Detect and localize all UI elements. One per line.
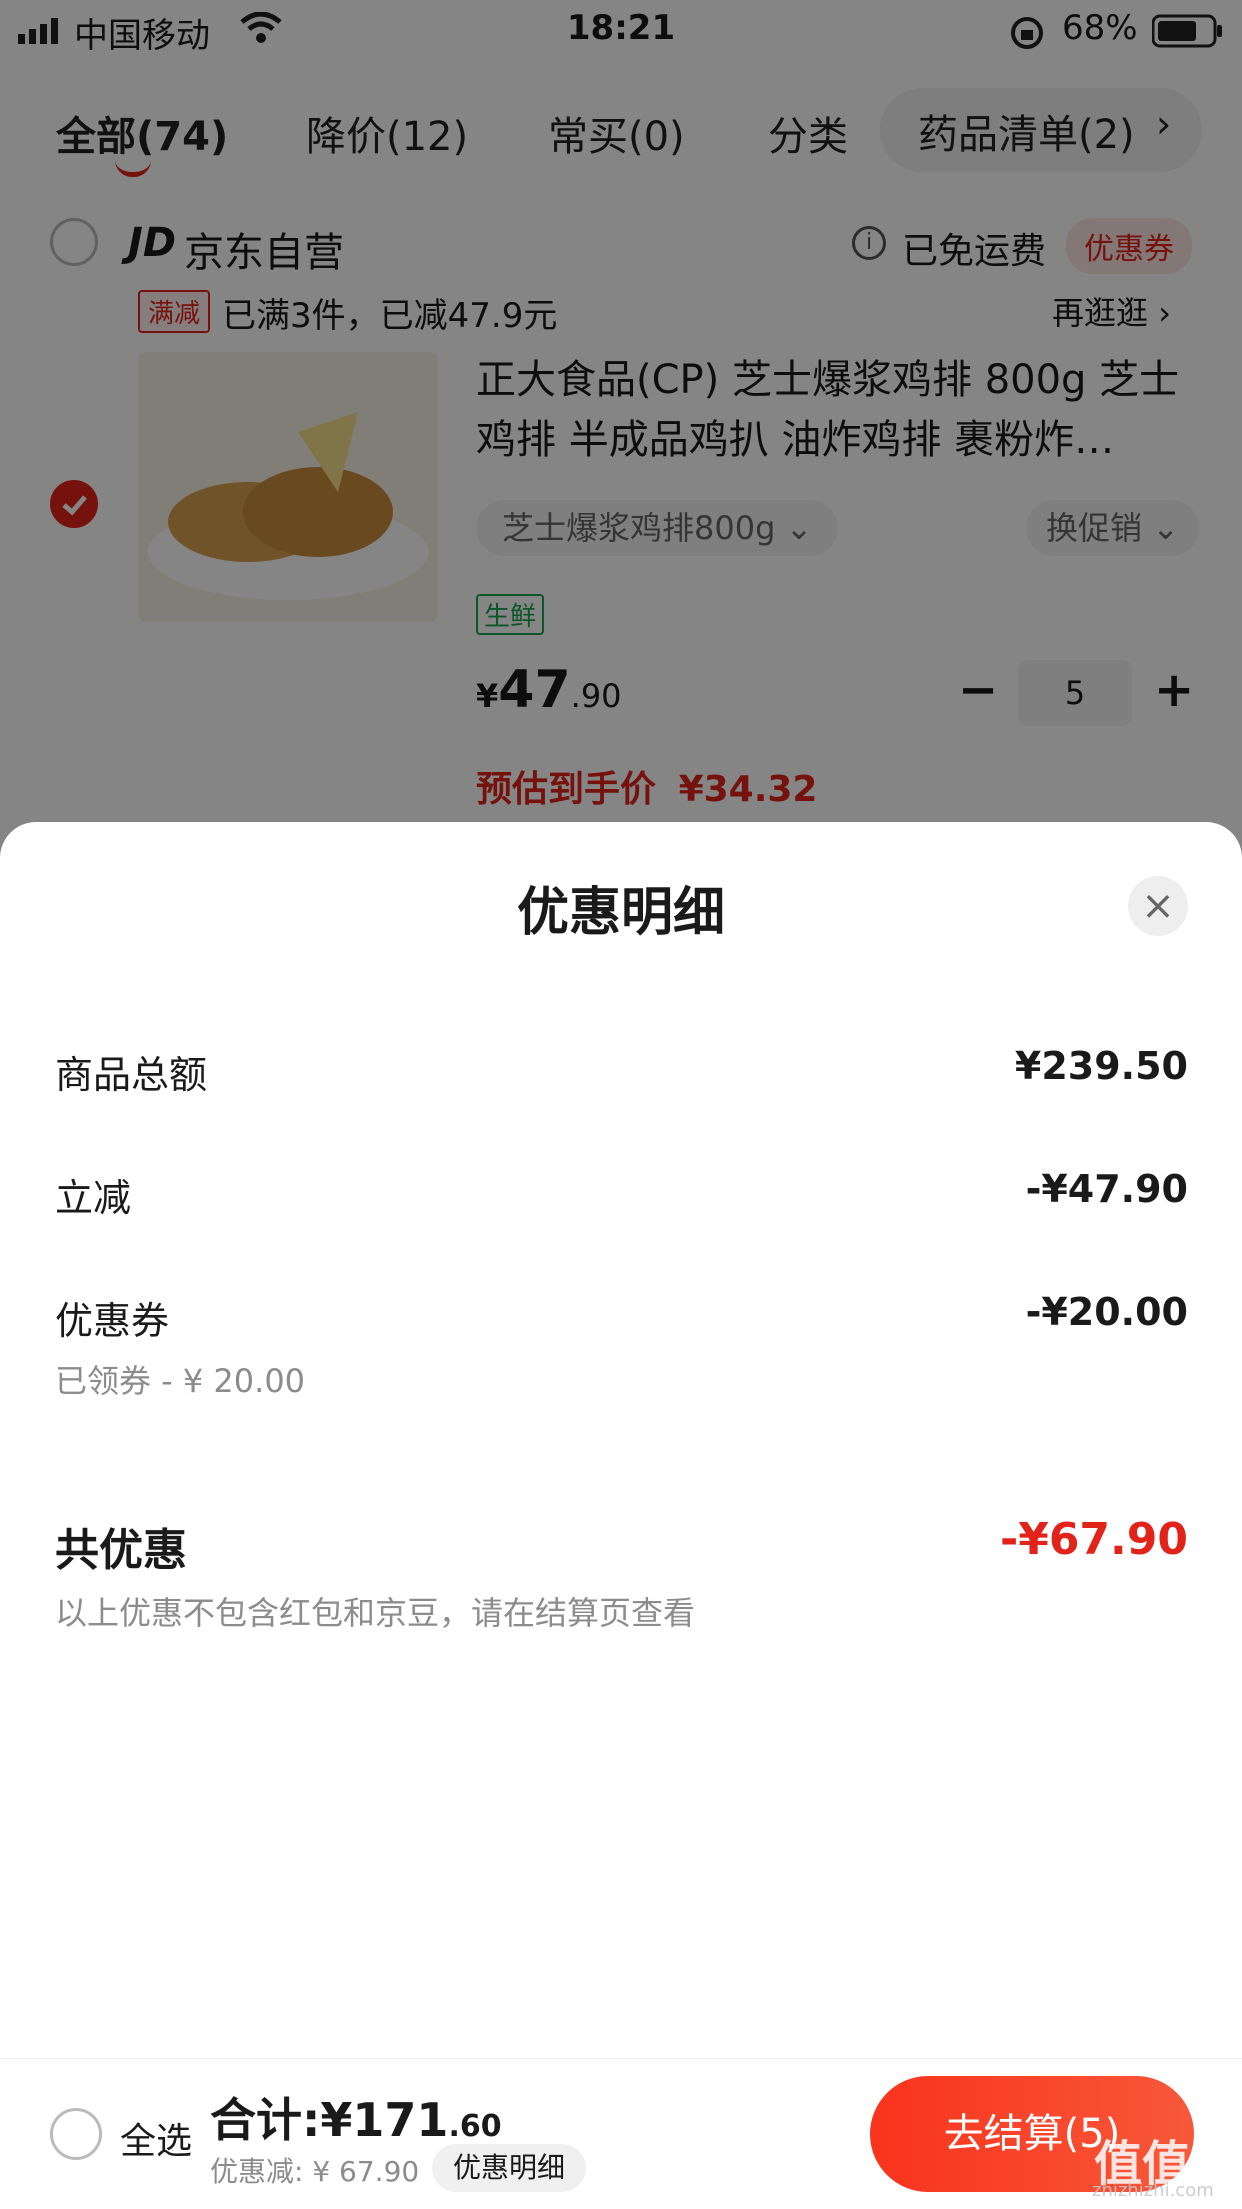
total-discount-label: 共优惠 xyxy=(55,1525,187,1576)
close-icon: × xyxy=(1141,883,1175,929)
select-all-checkbox[interactable] xyxy=(50,2108,102,2160)
subtotal-label: 商品总额 xyxy=(55,1053,208,1097)
coupon-value: -¥20.00 xyxy=(1025,1290,1188,1334)
discount-detail-button[interactable]: 优惠明细 xyxy=(432,2144,586,2192)
total-decimal: .60 xyxy=(448,2109,502,2144)
total-amount: 合计:¥171.60 xyxy=(210,2084,502,2150)
instant-discount-value: -¥47.90 xyxy=(1025,1167,1188,1211)
sheet-title: 优惠明细 xyxy=(516,883,725,943)
total-discount-value: -¥67.90 xyxy=(999,1514,1188,1565)
instant-discount-label: 立减 xyxy=(55,1176,132,1220)
coupon-label: 优惠券 xyxy=(55,1299,170,1343)
saved-amount: 优惠减: ¥ 67.90 xyxy=(210,2155,420,2188)
discount-note: 以上优惠不包含红包和京豆，请在结算页查看 xyxy=(55,1594,696,1632)
subtotal-value: ¥239.50 xyxy=(1014,1044,1188,1088)
discount-detail-sheet xyxy=(0,822,1242,2058)
close-button[interactable]: × xyxy=(1128,876,1188,936)
watermark-sub: zhizhizhi.com xyxy=(1092,2180,1214,2201)
total-prefix: 合计:¥171 xyxy=(210,2093,449,2147)
select-all-label[interactable]: 全选 xyxy=(120,2112,192,2164)
coupon-subtext: 已领券 - ¥ 20.00 xyxy=(55,1362,306,1400)
